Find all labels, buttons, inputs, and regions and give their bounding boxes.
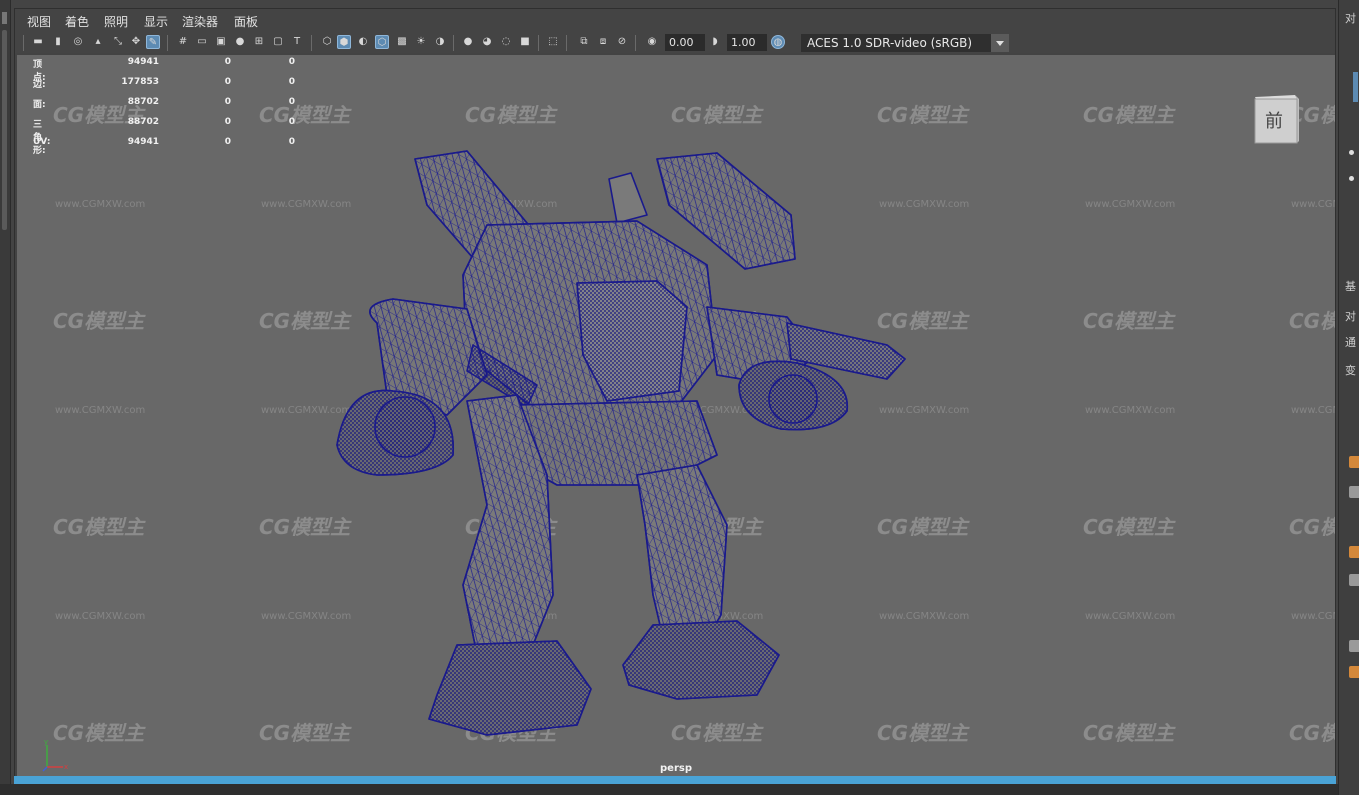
material-node-icon[interactable] [1349, 666, 1359, 678]
xray-icon[interactable]: ⧉ [577, 35, 591, 49]
view-cube-face-label: 前 [1265, 111, 1283, 132]
left-scrollbar[interactable] [2, 30, 7, 230]
chevron-down-icon[interactable] [991, 34, 1009, 52]
color-management-dropdown[interactable]: ACES 1.0 SDR-video (sRGB) [801, 34, 1009, 52]
mesh-node-icon[interactable] [1349, 546, 1359, 558]
time-ruler[interactable] [0, 784, 1359, 795]
menu-show[interactable]: 显示 [144, 13, 168, 30]
robot-mech-wireframe[interactable] [17, 55, 1335, 777]
panel-toolbar: ▬ ▮ ◎ ▴ ⤡ ✥ ✎ # ▭ ▣ ● ⊞ ▢ T ⬡ ⬢ ◐ ⬡ ▩ ☀ … [15, 33, 1335, 53]
menu-renderer[interactable]: 渲染器 [182, 13, 218, 30]
wireframe-icon[interactable]: ⬡ [320, 35, 334, 49]
image-plane-icon[interactable]: ▴ [91, 35, 105, 49]
resolution-gate-icon[interactable]: ▣ [214, 35, 228, 49]
toolbar-separator [538, 35, 539, 51]
anti-aliasing-icon[interactable]: ◌ [499, 35, 513, 49]
layer-node-icon[interactable] [1349, 574, 1359, 586]
xray-joints-icon[interactable]: ⊘ [615, 35, 629, 49]
motion-blur-icon[interactable]: ◕ [480, 35, 494, 49]
two-d-pan-icon[interactable]: ⤡ [111, 35, 125, 49]
textured-icon[interactable]: ▩ [395, 35, 409, 49]
menu-shading[interactable]: 着色 [65, 13, 89, 30]
toolbar-separator [311, 35, 312, 51]
svg-text:y: y [44, 738, 48, 746]
toolbar-separator [453, 35, 454, 51]
gamma-field[interactable]: 1.00 [727, 34, 767, 51]
safe-title-icon[interactable]: T [290, 35, 304, 49]
grid-icon[interactable]: # [176, 35, 190, 49]
shelf-handle[interactable] [2, 12, 7, 24]
field-chart-icon[interactable]: ⊞ [252, 35, 266, 49]
camera-attributes-icon[interactable]: ▮ [51, 35, 65, 49]
wireframe-on-shaded-icon[interactable]: ⬡ [375, 35, 389, 49]
toolbar-separator [566, 35, 567, 51]
menu-view[interactable]: 视图 [27, 13, 51, 30]
shadows-icon[interactable]: ◑ [433, 35, 447, 49]
transform-node-icon[interactable] [1349, 486, 1359, 498]
exposure-field[interactable]: 0.00 [665, 34, 705, 51]
pan-zoom-icon[interactable]: ✥ [129, 35, 143, 49]
exposure-reset-icon[interactable]: ◉ [645, 35, 659, 49]
smooth-shade-icon[interactable]: ⬢ [337, 35, 351, 49]
default-material-icon[interactable]: ◐ [356, 35, 370, 49]
toolbar-separator [23, 35, 24, 51]
color-management-icon[interactable]: ◍ [771, 35, 785, 49]
left-shelf-strip [0, 0, 11, 795]
shape-node-icon[interactable] [1349, 456, 1359, 468]
select-camera-icon[interactable]: ▬ [31, 35, 45, 49]
view-cube[interactable]: 前 [1251, 93, 1301, 145]
right-panel-label: 通 [1345, 336, 1356, 349]
model-panel: 视图 着色 照明 显示 渲染器 面板 ▬ ▮ ◎ ▴ ⤡ ✥ ✎ # ▭ ▣ ●… [14, 8, 1336, 784]
right-panel-label: 对 [1345, 12, 1356, 25]
screen-space-ao-icon[interactable]: ● [461, 35, 475, 49]
use-all-lights-icon[interactable]: ☀ [414, 35, 428, 49]
camera-name-label: persp [660, 763, 692, 774]
panel-scroll-indicator[interactable] [1353, 72, 1358, 102]
bookmark-icon[interactable]: ◎ [71, 35, 85, 49]
panel-menubar: 视图 着色 照明 显示 渲染器 面板 [15, 9, 1335, 33]
right-panel-label: 基 [1345, 280, 1356, 293]
depth-of-field-icon[interactable]: ■ [518, 35, 532, 49]
isolate-select-icon[interactable]: ⬚ [546, 35, 560, 49]
attribute-panel-edge: 对 基 对 通 变 [1338, 0, 1359, 795]
film-gate-icon[interactable]: ▭ [195, 35, 209, 49]
toolbar-separator [635, 35, 636, 51]
safe-action-icon[interactable]: ▢ [271, 35, 285, 49]
3d-viewport[interactable]: CG模型主 www.CGMXW.com CG模型主 www.CGMXW.com CG模型… [17, 55, 1335, 777]
radio-icon[interactable] [1349, 176, 1354, 181]
time-slider-bar[interactable] [14, 776, 1336, 784]
grease-pencil-icon[interactable]: ✎ [146, 35, 160, 49]
gate-mask-icon[interactable]: ● [233, 35, 247, 49]
menu-panels[interactable]: 面板 [234, 13, 258, 30]
xray-active-components-icon[interactable]: ⧈ [596, 35, 610, 49]
gamma-icon[interactable]: ◗ [708, 35, 722, 49]
toolbar-separator [167, 35, 168, 51]
right-panel-label: 对 [1345, 310, 1356, 323]
menu-lighting[interactable]: 照明 [104, 13, 128, 30]
right-panel-label: 变 [1345, 364, 1356, 377]
radio-icon[interactable] [1349, 150, 1354, 155]
group-node-icon[interactable] [1349, 640, 1359, 652]
